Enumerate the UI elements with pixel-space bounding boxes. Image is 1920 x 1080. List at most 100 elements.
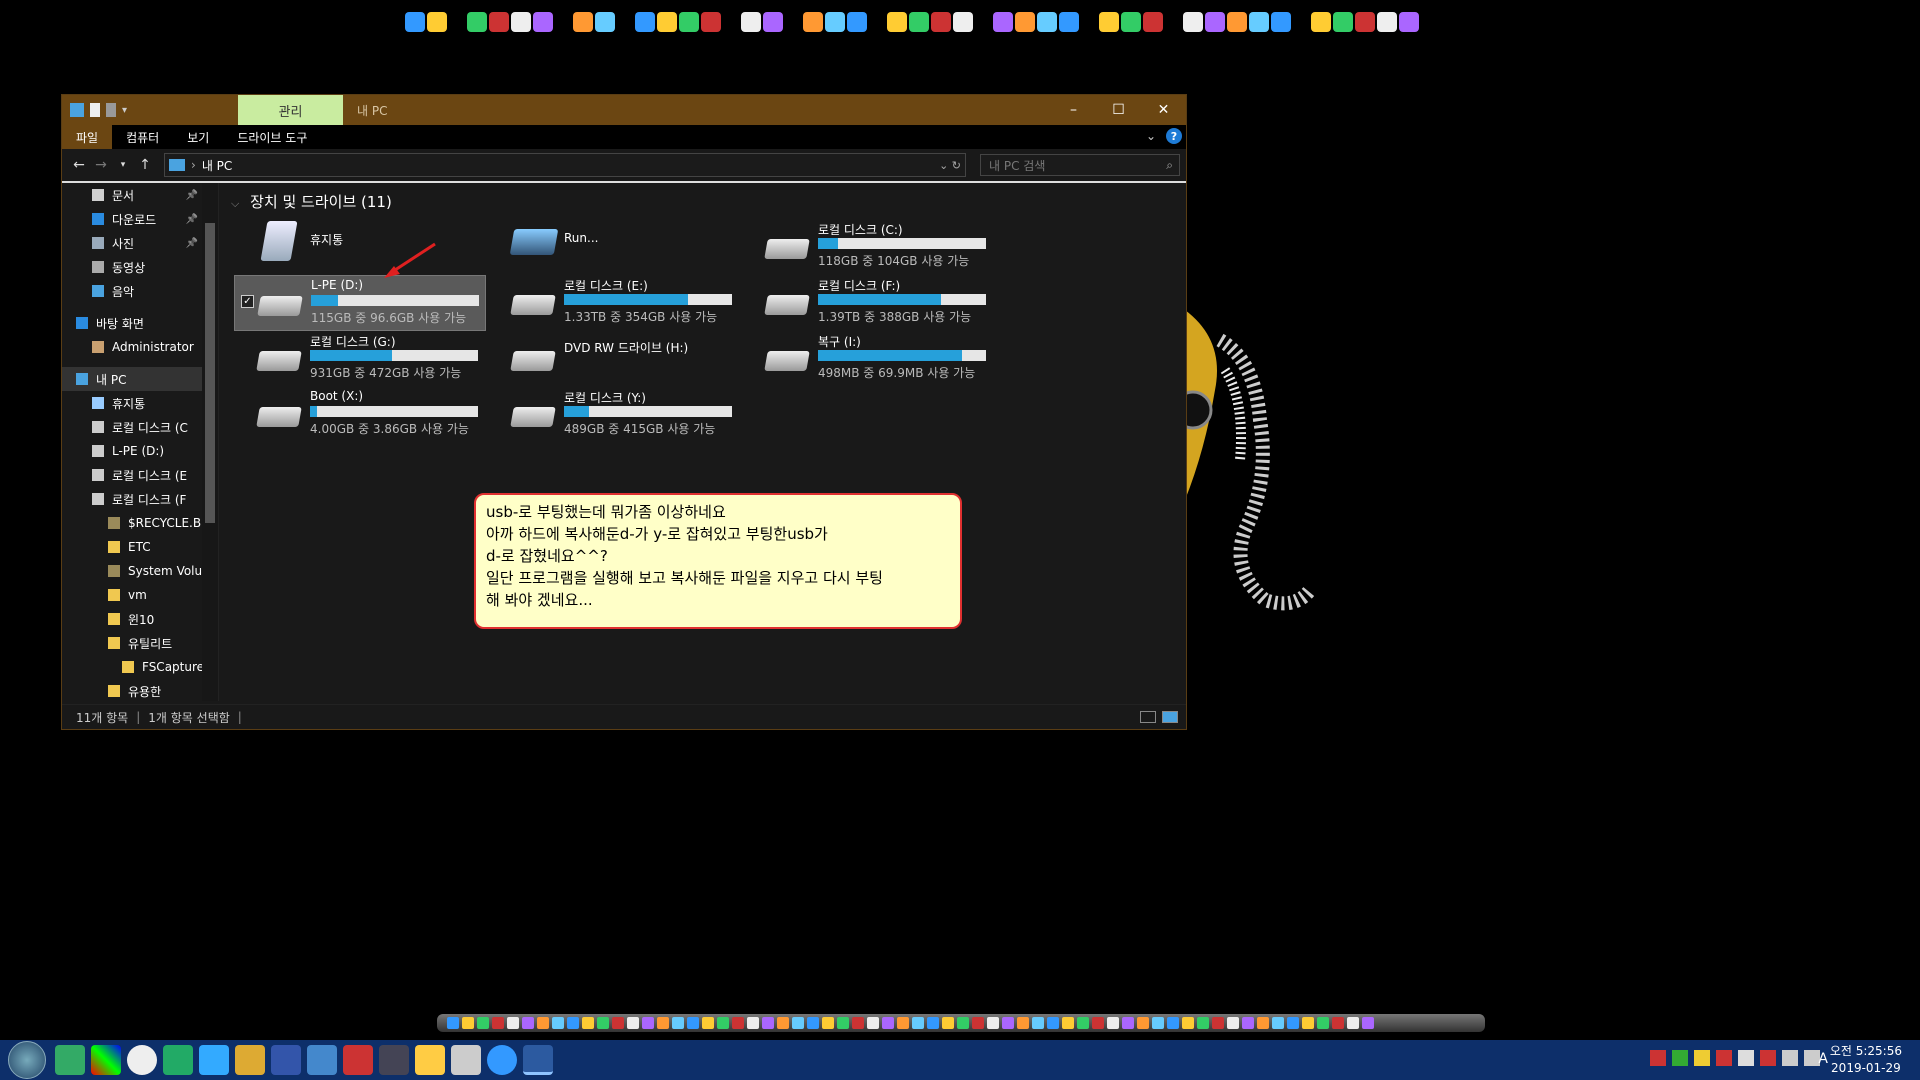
search-input[interactable]: 내 PC 검색 ⌕ [980,154,1180,176]
tray-icon[interactable] [1738,1050,1754,1066]
nav-item[interactable]: 윈10 [62,607,218,631]
dock-icon[interactable] [1167,1017,1179,1029]
nav-item[interactable]: Administrator [62,335,218,359]
nav-item[interactable]: 유틸리트 [62,631,218,655]
dock-icon[interactable] [1212,1017,1224,1029]
nav-item[interactable]: 사진 📌 [62,231,218,255]
drive-item[interactable]: 휴지통 [234,219,484,273]
recent-dropdown-icon[interactable]: ▾ [112,160,134,170]
dock-icon[interactable] [1047,1017,1059,1029]
tray-icon[interactable] [1672,1050,1688,1066]
launcher-icon[interactable] [1121,12,1141,32]
terminal-app-icon[interactable] [379,1045,409,1075]
launcher-icon[interactable] [405,12,425,32]
dock-icon[interactable] [1287,1017,1299,1029]
launcher-icon[interactable] [573,12,593,32]
dock-icon[interactable] [1032,1017,1044,1029]
dock-icon[interactable] [912,1017,924,1029]
dock-icon[interactable] [1122,1017,1134,1029]
launcher-icon[interactable] [1059,12,1079,32]
dock-icon[interactable] [537,1017,549,1029]
launcher-icon[interactable] [533,12,553,32]
dock-icon[interactable] [717,1017,729,1029]
dock-icon[interactable] [957,1017,969,1029]
number-app-icon[interactable] [271,1045,301,1075]
clock[interactable]: 오전 5:25:56 2019-01-29 [1830,1043,1902,1077]
launcher-icon[interactable] [657,12,677,32]
input-language[interactable]: A [1818,1051,1828,1067]
customize-qa-icon[interactable]: ▾ [122,105,127,116]
dock-icon[interactable] [642,1017,654,1029]
tools-app-icon[interactable] [235,1045,265,1075]
dock-icon[interactable] [942,1017,954,1029]
dock-icon[interactable] [852,1017,864,1029]
nav-scrollbar[interactable] [202,183,218,701]
dock-icon[interactable] [822,1017,834,1029]
tray-icon[interactable] [1760,1050,1776,1066]
dock-icon[interactable] [972,1017,984,1029]
dock-icon[interactable] [687,1017,699,1029]
checkbox[interactable]: ✓ [241,295,254,308]
dock-icon[interactable] [1077,1017,1089,1029]
dock-icon[interactable] [777,1017,789,1029]
dock-icon[interactable] [1332,1017,1344,1029]
dock-icon[interactable] [762,1017,774,1029]
folder-app-icon[interactable] [415,1045,445,1075]
start-button[interactable] [8,1041,46,1079]
color-app-icon[interactable] [91,1045,121,1075]
drive-item[interactable]: DVD RW 드라이브 (H:) [488,331,738,385]
dock-icon[interactable] [1092,1017,1104,1029]
help-button[interactable]: ? [1166,128,1182,144]
pin-icon[interactable]: 📌 [186,190,198,201]
dock-icon[interactable] [1152,1017,1164,1029]
dock-icon[interactable] [837,1017,849,1029]
launcher-icon[interactable] [701,12,721,32]
dock-icon[interactable] [672,1017,684,1029]
launcher-icon[interactable] [635,12,655,32]
dock-icon[interactable] [567,1017,579,1029]
dock-icon[interactable] [882,1017,894,1029]
pin-icon[interactable]: 📌 [186,214,198,225]
launcher-icon[interactable] [1037,12,1057,32]
tiles-view-icon[interactable] [1162,711,1178,723]
launcher-icon[interactable] [1205,12,1225,32]
breadcrumb-this-pc[interactable]: 내 PC [202,157,232,174]
computer-app-icon[interactable] [451,1045,481,1075]
nav-item[interactable]: $RECYCLE.BI [62,511,218,535]
launcher-icon[interactable] [1183,12,1203,32]
dock-icon[interactable] [492,1017,504,1029]
forward-arrow-icon[interactable]: → [90,157,112,173]
nav-item[interactable]: System Volu [62,559,218,583]
launcher-icon[interactable] [489,12,509,32]
launcher-icon[interactable] [953,12,973,32]
nav-item[interactable]: 로컬 디스크 (C [62,415,218,439]
dock-icon[interactable] [747,1017,759,1029]
drive-item[interactable]: 로컬 디스크 (G:) 931GB 중 472GB 사용 가능 [234,331,484,385]
tray-icon[interactable] [1650,1050,1666,1066]
drive-item[interactable]: 로컬 디스크 (C:) 118GB 중 104GB 사용 가능 [742,219,992,273]
launcher-icon[interactable] [909,12,929,32]
close-button[interactable]: ✕ [1141,95,1186,125]
app-icon[interactable] [55,1045,85,1075]
nav-item[interactable]: 동영상 [62,255,218,279]
launcher-icon[interactable] [467,12,487,32]
dock-icon[interactable] [1242,1017,1254,1029]
dock-icon[interactable] [1002,1017,1014,1029]
nav-item[interactable]: 휴지통 [62,391,218,415]
drive-item[interactable]: Boot (X:) 4.00GB 중 3.86GB 사용 가능 [234,387,484,441]
dock-icon[interactable] [447,1017,459,1029]
dock-icon[interactable] [897,1017,909,1029]
group-header[interactable]: ⌵ 장치 및 드라이브 (11) [231,191,392,212]
launcher-icon[interactable] [1227,12,1247,32]
dock-icon[interactable] [522,1017,534,1029]
dock-icon[interactable] [582,1017,594,1029]
refresh-icon[interactable]: ⌄ ↻ [939,159,961,172]
launcher-icon[interactable] [511,12,531,32]
dock-icon[interactable] [927,1017,939,1029]
new-folder-icon[interactable] [106,103,116,117]
launcher-icon[interactable] [931,12,951,32]
media-player-icon[interactable] [127,1045,157,1075]
launcher-icon[interactable] [1099,12,1119,32]
internet-explorer-icon[interactable] [487,1045,517,1075]
dock-icon[interactable] [477,1017,489,1029]
